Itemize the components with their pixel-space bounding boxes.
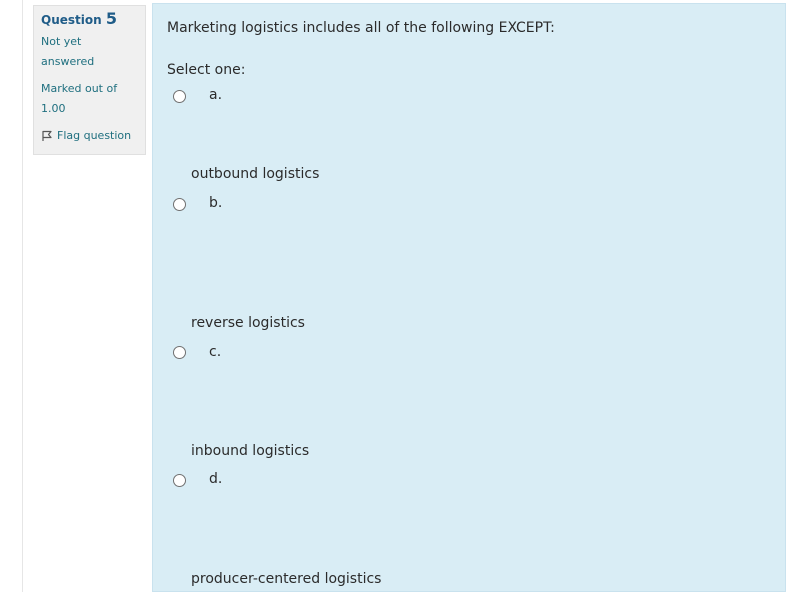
question-text: Marketing logistics includes all of the …: [167, 20, 555, 36]
flag-question-link[interactable]: Flag question: [41, 129, 138, 142]
page-left-border: [22, 0, 23, 592]
question-number: 5: [105, 9, 117, 28]
question-info-panel: Question 5 Not yet answered Marked out o…: [33, 5, 146, 155]
option-a-letter[interactable]: a.: [209, 87, 222, 103]
option-c-radio[interactable]: [173, 346, 186, 359]
option-b-text[interactable]: reverse logistics: [191, 315, 305, 331]
option-a-text[interactable]: outbound logistics: [191, 166, 319, 182]
option-d-text[interactable]: producer-centered logistics: [191, 571, 381, 587]
question-content: Marketing logistics includes all of the …: [152, 3, 786, 592]
question-number-heading: Question 5: [41, 10, 138, 29]
flag-question-label: Flag question: [57, 129, 132, 142]
option-c-letter[interactable]: c.: [209, 344, 221, 360]
question-grade: Marked out of 1.00: [41, 79, 138, 119]
option-b-letter[interactable]: b.: [209, 195, 222, 211]
state-line-2: answered: [41, 55, 95, 68]
grade-line-2: 1.00: [41, 102, 66, 115]
grade-line-1: Marked out of: [41, 82, 118, 95]
option-d-letter[interactable]: d.: [209, 471, 222, 487]
question-state: Not yet answered: [41, 32, 138, 72]
question-label: Question: [41, 13, 102, 27]
option-b-radio[interactable]: [173, 198, 186, 211]
flag-icon: [41, 130, 53, 142]
state-line-1: Not yet: [41, 35, 82, 48]
select-one-prompt: Select one:: [167, 62, 246, 78]
option-a-radio[interactable]: [173, 90, 186, 103]
option-d-radio[interactable]: [173, 474, 186, 487]
option-c-text[interactable]: inbound logistics: [191, 443, 309, 459]
